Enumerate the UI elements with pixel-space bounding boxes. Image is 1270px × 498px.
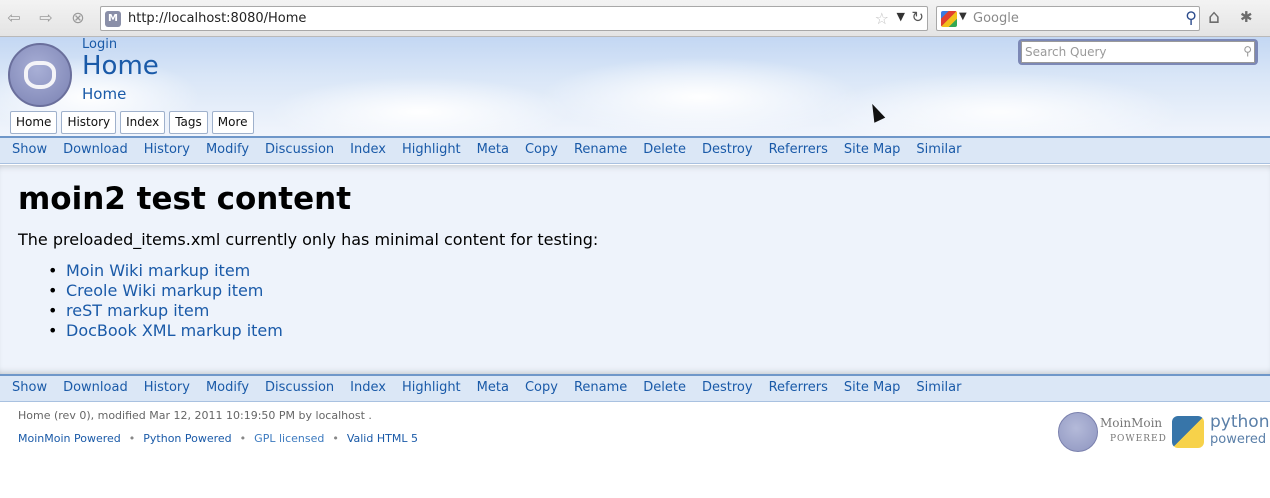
search-icon[interactable]: ⚲ <box>1243 44 1252 58</box>
home-icon[interactable]: ⌂ <box>1208 6 1220 28</box>
action-rename[interactable]: Rename <box>566 138 635 163</box>
wiki-search: ⚲ <box>1018 39 1258 65</box>
action-discussion[interactable]: Discussion <box>257 138 342 163</box>
url-dropdown-icon[interactable]: ▼ <box>897 10 905 23</box>
python-logo-icon <box>1172 416 1204 448</box>
tab-index[interactable]: Index <box>120 111 166 134</box>
python-badge-sub: powered <box>1210 432 1267 447</box>
url-text[interactable]: http://localhost:8080/Home <box>128 11 306 26</box>
action-download[interactable]: Download <box>55 376 136 401</box>
action-show[interactable]: Show <box>4 376 55 401</box>
moin-badge-sub: POWERED <box>1110 434 1167 444</box>
action-copy[interactable]: Copy <box>517 138 566 163</box>
back-icon[interactable]: ⇦ <box>2 7 26 29</box>
list-item[interactable]: reST markup item <box>48 301 283 321</box>
content-list: Moin Wiki markup item Creole Wiki markup… <box>48 261 283 341</box>
action-copy[interactable]: Copy <box>517 376 566 401</box>
footer-separator: • <box>128 432 136 445</box>
footer-separator: • <box>332 432 339 445</box>
url-bar[interactable]: M http://localhost:8080/Home ☆ ▼ ↻ <box>100 6 928 31</box>
content-intro: The preloaded_items.xml currently only h… <box>18 230 599 249</box>
action-modify[interactable]: Modify <box>198 138 257 163</box>
footer-separator: • <box>239 432 247 445</box>
tab-tags[interactable]: Tags <box>169 111 208 134</box>
main-content: moin2 test content The preloaded_items.x… <box>0 165 1270 374</box>
reload-icon[interactable]: ↻ <box>911 8 924 26</box>
action-highlight[interactable]: Highlight <box>394 376 469 401</box>
browser-search-box[interactable]: ▼ Google ⚲ <box>936 6 1200 31</box>
action-history[interactable]: History <box>136 376 198 401</box>
search-input[interactable] <box>1021 41 1255 63</box>
action-delete[interactable]: Delete <box>635 138 694 163</box>
action-discussion[interactable]: Discussion <box>257 376 342 401</box>
valid-html5-link[interactable]: Valid HTML 5 <box>347 432 418 445</box>
moinmoin-powered-link[interactable]: MoinMoin Powered <box>18 432 121 445</box>
python-badge-text: python <box>1210 412 1270 432</box>
login-link[interactable]: Login <box>82 37 117 52</box>
browser-search-placeholder[interactable]: Google <box>973 11 1019 26</box>
tab-history[interactable]: History <box>61 111 117 134</box>
action-meta[interactable]: Meta <box>469 138 517 163</box>
moinmoin-powered-badge[interactable]: MoinMoin POWERED <box>1058 412 1166 454</box>
revision-info: Home (rev 0), modified Mar 12, 2011 10:1… <box>18 409 372 422</box>
action-history[interactable]: History <box>136 138 198 163</box>
moinmoin-logo-icon <box>1058 412 1098 452</box>
action-site-map[interactable]: Site Map <box>836 376 909 401</box>
action-destroy[interactable]: Destroy <box>694 138 761 163</box>
list-item[interactable]: Creole Wiki markup item <box>48 281 283 301</box>
action-site-map[interactable]: Site Map <box>836 138 909 163</box>
action-index[interactable]: Index <box>342 376 394 401</box>
wiki-header: Login Home Home Home History Index Tags … <box>0 37 1270 136</box>
action-referrers[interactable]: Referrers <box>761 138 836 163</box>
python-powered-badge[interactable]: python powered <box>1172 412 1270 454</box>
action-modify[interactable]: Modify <box>198 376 257 401</box>
action-rename[interactable]: Rename <box>566 376 635 401</box>
browser-toolbar: ⇦ ⇨ ⊗ M http://localhost:8080/Home ☆ ▼ ↻… <box>0 0 1270 37</box>
action-bar-top: Show Download History Modify Discussion … <box>0 136 1270 164</box>
tab-home[interactable]: Home <box>10 111 58 134</box>
action-meta[interactable]: Meta <box>469 376 517 401</box>
footer: Home (rev 0), modified Mar 12, 2011 10:1… <box>0 402 1270 498</box>
list-item[interactable]: DocBook XML markup item <box>48 321 283 341</box>
logo-mark <box>24 61 56 89</box>
tab-more[interactable]: More <box>211 111 254 134</box>
action-delete[interactable]: Delete <box>635 376 694 401</box>
addon-icon[interactable]: ✱ <box>1240 8 1253 26</box>
mouse-cursor <box>866 101 886 123</box>
list-item[interactable]: Moin Wiki markup item <box>48 261 283 281</box>
action-referrers[interactable]: Referrers <box>761 376 836 401</box>
breadcrumb[interactable]: Home <box>82 85 126 103</box>
site-favicon-icon: M <box>105 11 121 27</box>
moinmoin-logo[interactable] <box>8 43 72 107</box>
nav-tabs: Home History Index Tags More <box>10 111 254 134</box>
action-similar[interactable]: Similar <box>908 138 969 163</box>
action-download[interactable]: Download <box>55 138 136 163</box>
forward-icon[interactable]: ⇨ <box>34 7 58 29</box>
content-heading: moin2 test content <box>18 181 352 217</box>
action-bar-bottom: Show Download History Modify Discussion … <box>0 374 1270 402</box>
footer-links: MoinMoin Powered • Python Powered • GPL … <box>18 432 418 445</box>
action-highlight[interactable]: Highlight <box>394 138 469 163</box>
bookmark-star-icon[interactable]: ☆ <box>875 9 889 28</box>
search-icon[interactable]: ⚲ <box>1185 8 1197 27</box>
python-powered-link[interactable]: Python Powered <box>143 432 231 445</box>
action-index[interactable]: Index <box>342 138 394 163</box>
moin-badge-text: MoinMoin <box>1100 416 1163 430</box>
page-title[interactable]: Home <box>82 51 159 81</box>
action-show[interactable]: Show <box>4 138 55 163</box>
action-similar[interactable]: Similar <box>908 376 969 401</box>
google-icon[interactable] <box>941 11 957 27</box>
search-engine-dropdown-icon[interactable]: ▼ <box>959 11 967 22</box>
gpl-licensed-link[interactable]: GPL licensed <box>254 432 324 445</box>
action-destroy[interactable]: Destroy <box>694 376 761 401</box>
stop-icon[interactable]: ⊗ <box>66 7 90 29</box>
